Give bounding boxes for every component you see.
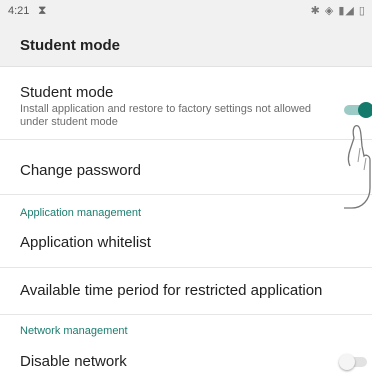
status-icons: ✱ ◈ ▮◢ ▯	[310, 5, 366, 17]
available-time-title: Available time period for restricted app…	[20, 282, 323, 299]
change-password-title: Change password	[20, 162, 141, 179]
student-mode-title: Student mode	[20, 84, 114, 101]
section-header-application: Application management	[20, 207, 142, 219]
change-password-row[interactable]: Change password	[0, 140, 372, 194]
pointing-hand-icon	[344, 124, 371, 209]
page-title: Student mode	[20, 37, 120, 54]
disable-network-title: Disable network	[20, 353, 127, 370]
disable-network-row[interactable]: Disable network	[0, 340, 372, 374]
toggle-thumb	[339, 354, 355, 370]
app-bar: Student mode	[0, 22, 372, 67]
divider	[0, 314, 372, 315]
available-time-row[interactable]: Available time period for restricted app…	[0, 268, 372, 314]
hourglass-icon: ⧗	[38, 3, 47, 17]
application-whitelist-row[interactable]: Application whitelist	[0, 222, 372, 262]
status-time: 4:21	[8, 5, 30, 17]
student-mode-summary: Install application and restore to facto…	[20, 103, 312, 128]
application-whitelist-title: Application whitelist	[20, 234, 151, 251]
section-header-network: Network management	[20, 325, 128, 337]
student-mode-row[interactable]: Student mode Install application and res…	[0, 67, 372, 139]
divider	[0, 194, 372, 195]
status-bar: 4:21 ⧗ ✱ ◈ ▮◢ ▯	[0, 0, 372, 22]
